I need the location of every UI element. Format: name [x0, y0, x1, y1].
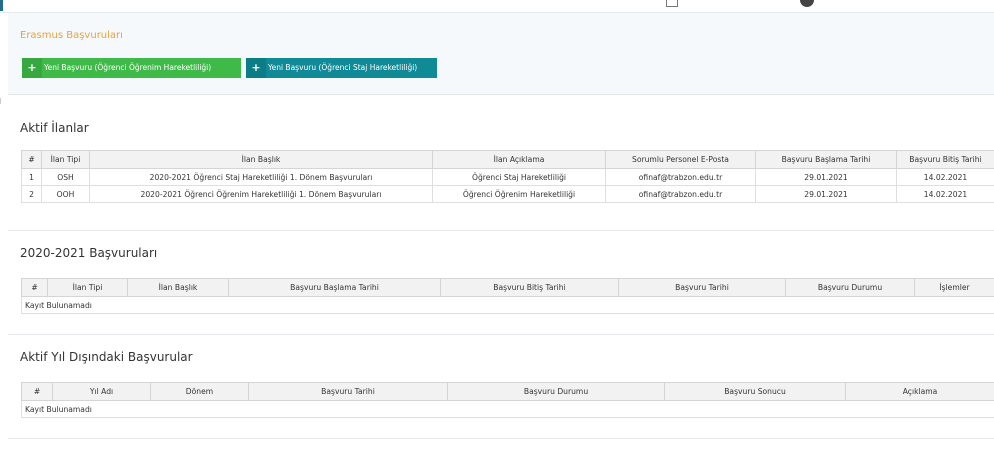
- table-cell: ofinaf@trabzon.edu.tr: [605, 168, 756, 186]
- table-header-row: # İlan Tipi İlan Başlık Başvuru Başlama …: [21, 278, 994, 297]
- table-cell: Öğrenci Staj Hareketliliği: [432, 168, 606, 186]
- other-years-title: Aktif Yıl Dışındaki Başvurular: [20, 350, 193, 364]
- column-header[interactable]: İlan Açıklama: [432, 150, 606, 169]
- user-avatar-icon[interactable]: [800, 0, 814, 7]
- column-header[interactable]: #: [21, 278, 48, 297]
- table-cell: 14.02.2021: [896, 185, 994, 203]
- table-cell: 29.01.2021: [755, 168, 897, 186]
- column-header[interactable]: Açıklama: [845, 382, 994, 401]
- table-cell: Öğrenci Öğrenim Hareketliliği: [432, 185, 606, 203]
- column-header[interactable]: Başvuru Durumu: [785, 278, 915, 297]
- section-divider: [8, 230, 994, 231]
- column-header[interactable]: İlan Başlık: [89, 150, 433, 169]
- active-listings-table: # İlan Tipi İlan Başlık İlan Açıklama So…: [21, 150, 994, 203]
- button-label: Yeni Başvuru (Öğrenci Öğrenim Hareketlil…: [44, 63, 212, 72]
- section-divider: [8, 438, 994, 439]
- column-header[interactable]: Dönem: [150, 382, 249, 401]
- table-row[interactable]: 1 OSH 2020-2021 Öğrenci Staj Hareketlili…: [21, 168, 994, 186]
- active-listings-title: Aktif İlanlar: [20, 121, 89, 135]
- column-header[interactable]: Yıl Adı: [52, 382, 151, 401]
- table-row[interactable]: 2 OOH 2020-2021 Öğrenci Öğrenim Hareketl…: [21, 185, 994, 203]
- page-header: Erasmus Başvuruları + Yeni Başvuru (Öğre…: [8, 13, 994, 95]
- column-header[interactable]: Başvuru Tarihi: [618, 278, 786, 297]
- table-cell: ofinaf@trabzon.edu.tr: [605, 185, 756, 203]
- column-header[interactable]: Başvuru Başlama Tarihi: [228, 278, 441, 297]
- new-study-application-button[interactable]: + Yeni Başvuru (Öğrenci Öğrenim Hareketl…: [22, 58, 241, 78]
- no-records-message: Kayıt Bulunamadı: [21, 400, 994, 418]
- applications-2020-table: # İlan Tipi İlan Başlık Başvuru Başlama …: [21, 278, 994, 314]
- table-cell: 2020-2021 Öğrenci Staj Hareketliliği 1. …: [89, 168, 433, 186]
- column-header[interactable]: Başvuru Bitiş Tarihi: [440, 278, 619, 297]
- table-cell: OOH: [41, 185, 90, 203]
- plus-icon: +: [246, 58, 266, 78]
- table-header-row: # İlan Tipi İlan Başlık İlan Açıklama So…: [21, 150, 994, 169]
- other-years-table: # Yıl Adı Dönem Başvuru Tarihi Başvuru D…: [21, 382, 994, 418]
- column-header[interactable]: Başvuru Bitiş Tarihi: [896, 150, 994, 169]
- section-divider: [8, 334, 994, 335]
- column-header[interactable]: Başvuru Sonucu: [664, 382, 846, 401]
- table-header-row: # Yıl Adı Dönem Başvuru Tarihi Başvuru D…: [21, 382, 994, 401]
- column-header[interactable]: İşlemler: [914, 278, 994, 297]
- table-cell: 29.01.2021: [755, 185, 897, 203]
- empty-row: Kayıt Bulunamadı: [21, 296, 994, 314]
- column-header[interactable]: İlan Tipi: [41, 150, 90, 169]
- page-title: Erasmus Başvuruları: [20, 30, 123, 41]
- column-header[interactable]: Sorumlu Personel E-Posta: [605, 150, 756, 169]
- column-header[interactable]: #: [21, 382, 53, 401]
- column-header[interactable]: Başvuru Başlama Tarihi: [755, 150, 897, 169]
- left-border-mark: [0, 98, 1, 104]
- table-cell: 2: [21, 185, 42, 203]
- table-cell: 14.02.2021: [896, 168, 994, 186]
- plus-icon: +: [22, 58, 42, 78]
- no-records-message: Kayıt Bulunamadı: [21, 296, 994, 314]
- column-header[interactable]: İlan Tipi: [47, 278, 128, 297]
- document-icon[interactable]: [666, 0, 678, 7]
- new-internship-application-button[interactable]: + Yeni Başvuru (Öğrenci Staj Hareketlili…: [246, 58, 437, 78]
- column-header[interactable]: İlan Başlık: [127, 278, 229, 297]
- column-header[interactable]: #: [21, 150, 42, 169]
- table-cell: 2020-2021 Öğrenci Öğrenim Hareketliliği …: [89, 185, 433, 203]
- top-navbar: [0, 0, 994, 13]
- applications-2020-title: 2020-2021 Başvuruları: [20, 246, 158, 260]
- navbar-accent: [0, 0, 3, 11]
- column-header[interactable]: Başvuru Tarihi: [248, 382, 448, 401]
- table-cell: OSH: [41, 168, 90, 186]
- column-header[interactable]: Başvuru Durumu: [447, 382, 665, 401]
- empty-row: Kayıt Bulunamadı: [21, 400, 994, 418]
- button-label: Yeni Başvuru (Öğrenci Staj Hareketliliği…: [268, 63, 418, 72]
- table-cell: 1: [21, 168, 42, 186]
